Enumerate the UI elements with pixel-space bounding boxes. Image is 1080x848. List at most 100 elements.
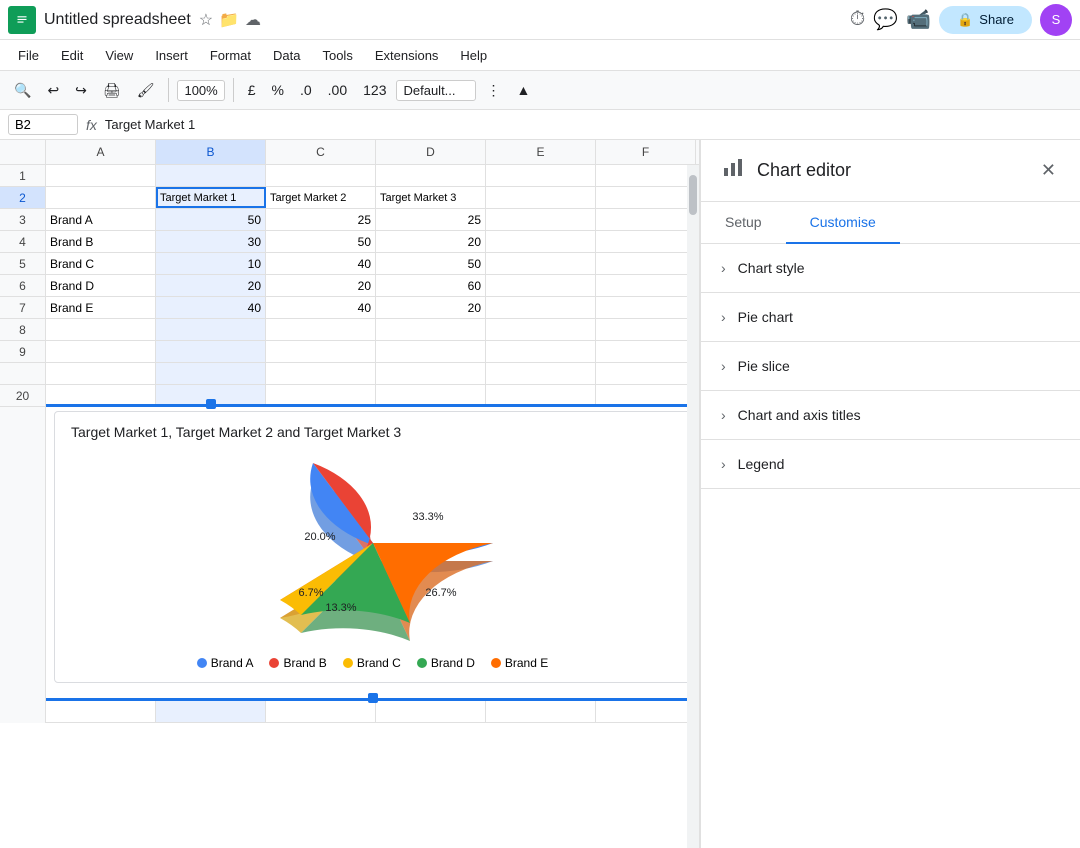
cell-f4[interactable]	[596, 231, 696, 252]
row-num-4[interactable]: 4	[0, 231, 45, 253]
cell-a7[interactable]: Brand E	[46, 297, 156, 318]
cell-f3[interactable]	[596, 209, 696, 230]
video-button[interactable]: 📹	[906, 7, 931, 32]
cell-f7[interactable]	[596, 297, 696, 318]
section-header-pie-slice[interactable]: › Pie slice	[701, 342, 1080, 390]
avatar[interactable]: S	[1040, 4, 1072, 36]
section-header-pie-chart[interactable]: › Pie chart	[701, 293, 1080, 341]
menu-data[interactable]: Data	[263, 44, 310, 67]
col-header-c[interactable]: C	[266, 140, 376, 164]
section-header-chart-axis-titles[interactable]: › Chart and axis titles	[701, 391, 1080, 439]
col-header-f[interactable]: F	[596, 140, 696, 164]
cell-b5[interactable]: 10	[156, 253, 266, 274]
cell-e9[interactable]	[486, 341, 596, 362]
tab-customise[interactable]: Customise	[786, 202, 900, 244]
decimal-increase-button[interactable]: .00	[322, 78, 353, 102]
row-num-3[interactable]: 3	[0, 209, 45, 231]
more-button[interactable]: ⋮	[480, 78, 506, 103]
cell-a6[interactable]: Brand D	[46, 275, 156, 296]
number-format-button[interactable]: 123	[357, 78, 392, 102]
cell-c7[interactable]: 40	[266, 297, 376, 318]
cell-e5[interactable]	[486, 253, 596, 274]
row-num-8[interactable]: 8	[0, 319, 45, 341]
star-icon[interactable]: ☆	[199, 10, 213, 30]
cell-d9[interactable]	[376, 341, 486, 362]
cell-d7[interactable]: 20	[376, 297, 486, 318]
row-num-1[interactable]: 1	[0, 165, 45, 187]
drag-handle-bottom[interactable]	[206, 399, 216, 409]
cell-d2[interactable]: Target Market 3	[376, 187, 486, 208]
cell-a3[interactable]: Brand A	[46, 209, 156, 230]
cell-b8[interactable]	[156, 319, 266, 340]
row-num-9[interactable]: 9	[0, 341, 45, 363]
cell-b4[interactable]: 30	[156, 231, 266, 252]
cell-f9[interactable]	[596, 341, 696, 362]
collapse-button[interactable]: ▲	[510, 78, 536, 102]
cell-d1[interactable]	[376, 165, 486, 186]
row-num-20[interactable]: 20	[0, 385, 45, 407]
cell-reference-input[interactable]	[8, 114, 78, 135]
cell-c3[interactable]: 25	[266, 209, 376, 230]
row-num-2[interactable]: 2	[0, 187, 45, 209]
menu-format[interactable]: Format	[200, 44, 261, 67]
cell-b7[interactable]: 40	[156, 297, 266, 318]
cell-d5[interactable]: 50	[376, 253, 486, 274]
cell-e4[interactable]	[486, 231, 596, 252]
undo-button[interactable]: ↩	[41, 78, 65, 103]
currency-button[interactable]: £	[242, 78, 262, 102]
cell-f6[interactable]	[596, 275, 696, 296]
paint-format-button[interactable]: 🖌	[131, 78, 161, 103]
zoom-control[interactable]: 100%	[177, 80, 224, 101]
cell-d8[interactable]	[376, 319, 486, 340]
percent-button[interactable]: %	[266, 78, 290, 102]
cell-e3[interactable]	[486, 209, 596, 230]
menu-help[interactable]: Help	[450, 44, 497, 67]
cell-c1[interactable]	[266, 165, 376, 186]
cell-b1[interactable]	[156, 165, 266, 186]
cell-c2[interactable]: Target Market 2	[266, 187, 376, 208]
col-header-e[interactable]: E	[486, 140, 596, 164]
menu-extensions[interactable]: Extensions	[365, 44, 449, 67]
cell-f5[interactable]	[596, 253, 696, 274]
cell-b3[interactable]: 50	[156, 209, 266, 230]
cell-a4[interactable]: Brand B	[46, 231, 156, 252]
menu-edit[interactable]: Edit	[51, 44, 93, 67]
cell-a9[interactable]	[46, 341, 156, 362]
menu-insert[interactable]: Insert	[145, 44, 198, 67]
cell-e8[interactable]	[486, 319, 596, 340]
cell-f8[interactable]	[596, 319, 696, 340]
cell-e2[interactable]	[486, 187, 596, 208]
cell-d6[interactable]: 60	[376, 275, 486, 296]
print-button[interactable]: 🖨	[97, 78, 127, 103]
cell-f1[interactable]	[596, 165, 696, 186]
decimal-decrease-button[interactable]: .0	[294, 78, 318, 102]
history-button[interactable]: ⏱	[850, 8, 866, 31]
cell-a1[interactable]	[46, 165, 156, 186]
cell-c4[interactable]: 50	[266, 231, 376, 252]
col-header-b[interactable]: B	[156, 140, 266, 164]
cell-d3[interactable]: 25	[376, 209, 486, 230]
cell-c8[interactable]	[266, 319, 376, 340]
editor-close-button[interactable]: ✕	[1037, 156, 1060, 185]
redo-button[interactable]: ↪	[69, 78, 93, 103]
col-header-a[interactable]: A	[46, 140, 156, 164]
cell-a2[interactable]	[46, 187, 156, 208]
row-num-7[interactable]: 7	[0, 297, 45, 319]
cell-b2[interactable]: Target Market 1	[156, 187, 266, 208]
section-header-chart-style[interactable]: › Chart style	[701, 244, 1080, 292]
cell-f2[interactable]	[596, 187, 696, 208]
cell-d4[interactable]: 20	[376, 231, 486, 252]
cell-a8[interactable]	[46, 319, 156, 340]
chat-button[interactable]: 💬	[873, 7, 898, 32]
col-header-d[interactable]: D	[376, 140, 486, 164]
row-num-6[interactable]: 6	[0, 275, 45, 297]
row-num-5[interactable]: 5	[0, 253, 45, 275]
tab-setup[interactable]: Setup	[701, 202, 786, 244]
font-selector[interactable]: Default...	[396, 80, 476, 101]
row-num-10[interactable]	[0, 363, 45, 385]
cell-c5[interactable]: 40	[266, 253, 376, 274]
folder-icon[interactable]: 📁	[219, 10, 239, 30]
cell-c9[interactable]	[266, 341, 376, 362]
cell-c6[interactable]: 20	[266, 275, 376, 296]
cloud-icon[interactable]: ☁	[245, 10, 261, 30]
